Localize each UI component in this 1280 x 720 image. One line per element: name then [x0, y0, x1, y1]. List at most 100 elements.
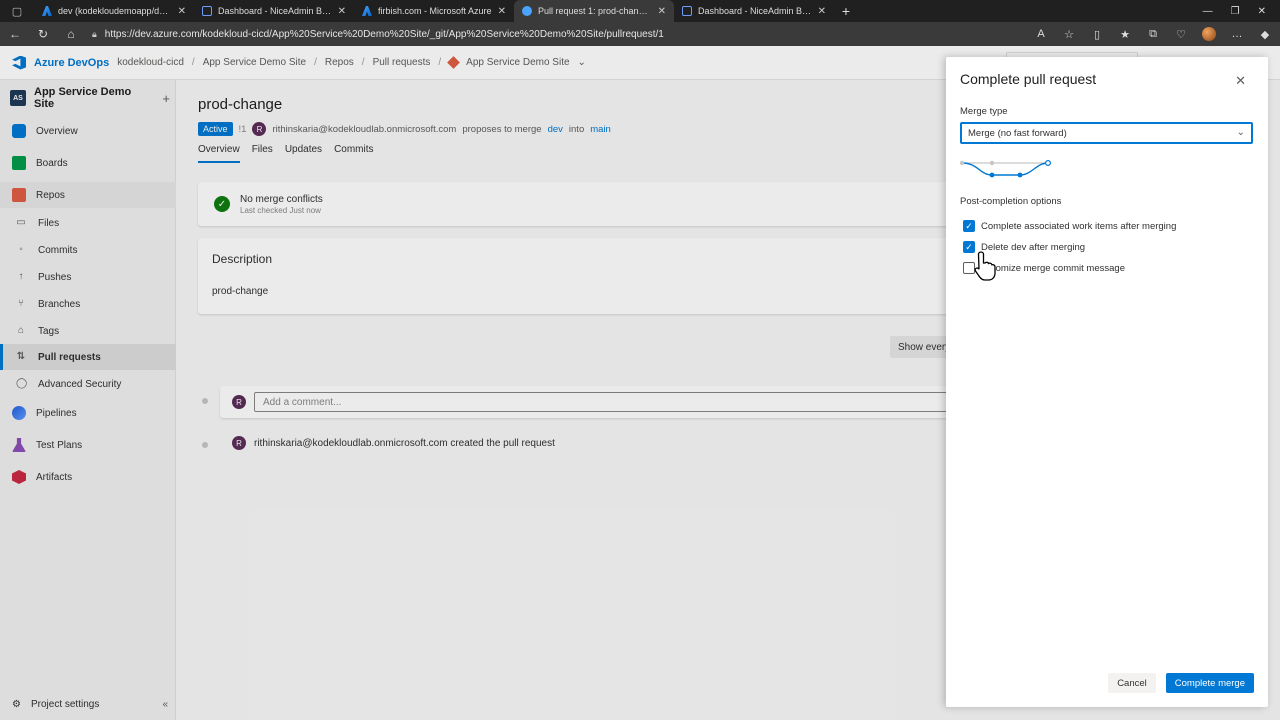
pushes-icon: ↑: [18, 271, 24, 282]
close-icon[interactable]: ✕: [178, 6, 186, 17]
add-icon[interactable]: +: [162, 91, 170, 106]
tab-title: firbish.com - Microsoft Azure: [378, 6, 492, 16]
browser-tab[interactable]: Dashboard - NiceAdmin Bootstr ✕: [674, 0, 834, 22]
browser-tab-active[interactable]: Pull request 1: prod-change - Re ✕: [514, 0, 674, 22]
branch-icon: ⑂: [18, 298, 24, 309]
extensions-icon[interactable]: ♡: [1174, 28, 1188, 41]
hand-cursor-icon: [974, 251, 996, 281]
close-icon[interactable]: ✕: [818, 6, 826, 17]
merge-type-value: Merge (no fast forward): [968, 127, 1067, 139]
option-label: tomize merge commit message: [993, 262, 1125, 274]
close-icon[interactable]: ✕: [658, 6, 666, 17]
more-icon[interactable]: …: [1230, 28, 1244, 40]
azure-devops-logo-icon[interactable]: [12, 55, 26, 70]
sidebar-item-artifacts[interactable]: Artifacts: [0, 464, 176, 490]
option-label: Delete dev after merging: [981, 241, 1086, 253]
description-heading: Description: [212, 252, 273, 266]
breadcrumb-separator: /: [361, 57, 365, 68]
home-icon[interactable]: ⌂: [64, 27, 78, 41]
back-icon[interactable]: ←: [8, 27, 22, 41]
copilot-icon[interactable]: ◆: [1258, 28, 1272, 41]
close-window-icon[interactable]: ✕: [1258, 6, 1266, 17]
sidebar-item-repos[interactable]: Repos: [0, 182, 176, 208]
new-tab-button[interactable]: +: [834, 0, 858, 22]
complete-merge-button[interactable]: Complete merge: [1165, 673, 1254, 693]
sidebar-item-files[interactable]: ▭ Files: [0, 210, 176, 236]
pr-id: !1: [238, 123, 247, 135]
doc-icon: [682, 6, 692, 16]
window-controls: — ❐ ✕: [1203, 0, 1280, 22]
option-complete-work-items[interactable]: ✓ Complete associated work items after m…: [963, 220, 1176, 232]
collapse-sidebar-icon[interactable]: «: [162, 699, 168, 710]
chevron-down-icon[interactable]: ⌄: [578, 57, 586, 68]
sidebar-item-commits[interactable]: ◦ Commits: [0, 237, 176, 263]
minimize-icon[interactable]: —: [1203, 6, 1213, 17]
repos-icon: [12, 188, 26, 202]
restore-icon[interactable]: ❐: [1231, 6, 1240, 17]
close-icon[interactable]: ✕: [1235, 73, 1246, 89]
check-circle-icon: ✓: [214, 196, 230, 212]
sidebar-item-tags[interactable]: ⌂ Tags: [0, 318, 176, 344]
tab-title: Dashboard - NiceAdmin Bootstr: [698, 6, 812, 16]
lock-icon: 🔒︎: [92, 28, 97, 39]
favorite-icon[interactable]: ☆: [1062, 28, 1076, 41]
sidebar: AS App Service Demo Site + Overview Boar…: [0, 80, 176, 720]
browser-tab[interactable]: firbish.com - Microsoft Azure ✕: [354, 0, 514, 22]
pull-request-icon: ⇅: [16, 351, 26, 362]
merge-type-dropdown[interactable]: Merge (no fast forward) ⌄: [960, 122, 1253, 144]
breadcrumb-repo[interactable]: App Service Demo Site: [466, 57, 569, 68]
browser-tab[interactable]: dev (kodekloudemoapp/dev) - M ✕: [34, 0, 194, 22]
project-header[interactable]: AS App Service Demo Site +: [10, 86, 170, 110]
collections-icon[interactable]: ⧉: [1146, 28, 1160, 41]
close-icon[interactable]: ✕: [338, 6, 346, 17]
breadcrumb-separator: /: [191, 57, 195, 68]
sidebar-item-test-plans[interactable]: Test Plans: [0, 432, 176, 458]
breadcrumb-project[interactable]: App Service Demo Site: [203, 57, 306, 68]
tab-title: dev (kodekloudemoapp/dev) - M: [58, 6, 172, 16]
url-field[interactable]: 🔒︎ https://dev.azure.com/kodekloud-cicd/…: [92, 24, 1020, 44]
workspaces-icon[interactable]: ▢: [0, 0, 34, 22]
tab-commits[interactable]: Commits: [334, 144, 373, 163]
tab-files[interactable]: Files: [252, 144, 273, 163]
project-avatar: AS: [10, 90, 26, 106]
sidebar-item-pushes[interactable]: ↑ Pushes: [0, 264, 176, 290]
page-title: prod-change: [198, 96, 283, 113]
split-screen-icon[interactable]: ▯: [1090, 28, 1104, 41]
project-name: App Service Demo Site: [34, 86, 132, 110]
sidebar-item-boards[interactable]: Boards: [0, 150, 176, 176]
avatar[interactable]: R: [252, 122, 267, 136]
sidebar-item-overview[interactable]: Overview: [0, 118, 176, 144]
close-icon[interactable]: ✕: [498, 6, 506, 17]
sidebar-item-pipelines[interactable]: Pipelines: [0, 400, 176, 426]
favorites-icon[interactable]: ★: [1118, 28, 1132, 41]
target-branch-link[interactable]: main: [590, 124, 611, 135]
url-text: https://dev.azure.com/kodekloud-cicd/App…: [104, 28, 664, 40]
commits-icon: ◦: [19, 244, 23, 255]
breadcrumb-pull-requests[interactable]: Pull requests: [373, 57, 431, 68]
sidebar-item-advanced-security[interactable]: ◯ Advanced Security: [0, 371, 176, 397]
read-aloud-icon[interactable]: A: [1034, 28, 1048, 40]
tab-updates[interactable]: Updates: [285, 144, 322, 163]
checkbox-checked-icon[interactable]: ✓: [963, 220, 975, 232]
sidebar-item-branches[interactable]: ⑂ Branches: [0, 291, 176, 317]
breadcrumb-repos[interactable]: Repos: [325, 57, 354, 68]
tab-overview[interactable]: Overview: [198, 144, 240, 163]
source-branch-link[interactable]: dev: [548, 124, 563, 135]
cancel-button[interactable]: Cancel: [1108, 673, 1156, 693]
brand-link[interactable]: Azure DevOps: [34, 57, 109, 69]
sidebar-item-pull-requests[interactable]: ⇅ Pull requests: [0, 344, 176, 370]
comment-input[interactable]: Add a comment...: [254, 392, 960, 412]
pipelines-icon: [12, 406, 26, 420]
boards-icon: [12, 156, 26, 170]
breadcrumb-org[interactable]: kodekloud-cicd: [117, 57, 184, 68]
browser-tab[interactable]: Dashboard - NiceAdmin Bootstr ✕: [194, 0, 354, 22]
repo-icon: [447, 56, 461, 69]
refresh-icon[interactable]: ↻: [36, 27, 50, 41]
pr-author[interactable]: rithinskaria@kodekloudlab.onmicrosoft.co…: [272, 124, 456, 135]
status-badge: Active: [198, 122, 233, 136]
panel-footer: Cancel Complete merge: [1108, 673, 1254, 693]
sidebar-item-label: Pull requests: [38, 351, 101, 363]
profile-icon[interactable]: [1202, 27, 1216, 41]
project-settings[interactable]: ⚙ Project settings «: [12, 699, 168, 710]
pr-meta: Active !1 R rithinskaria@kodekloudlab.on…: [198, 122, 611, 136]
